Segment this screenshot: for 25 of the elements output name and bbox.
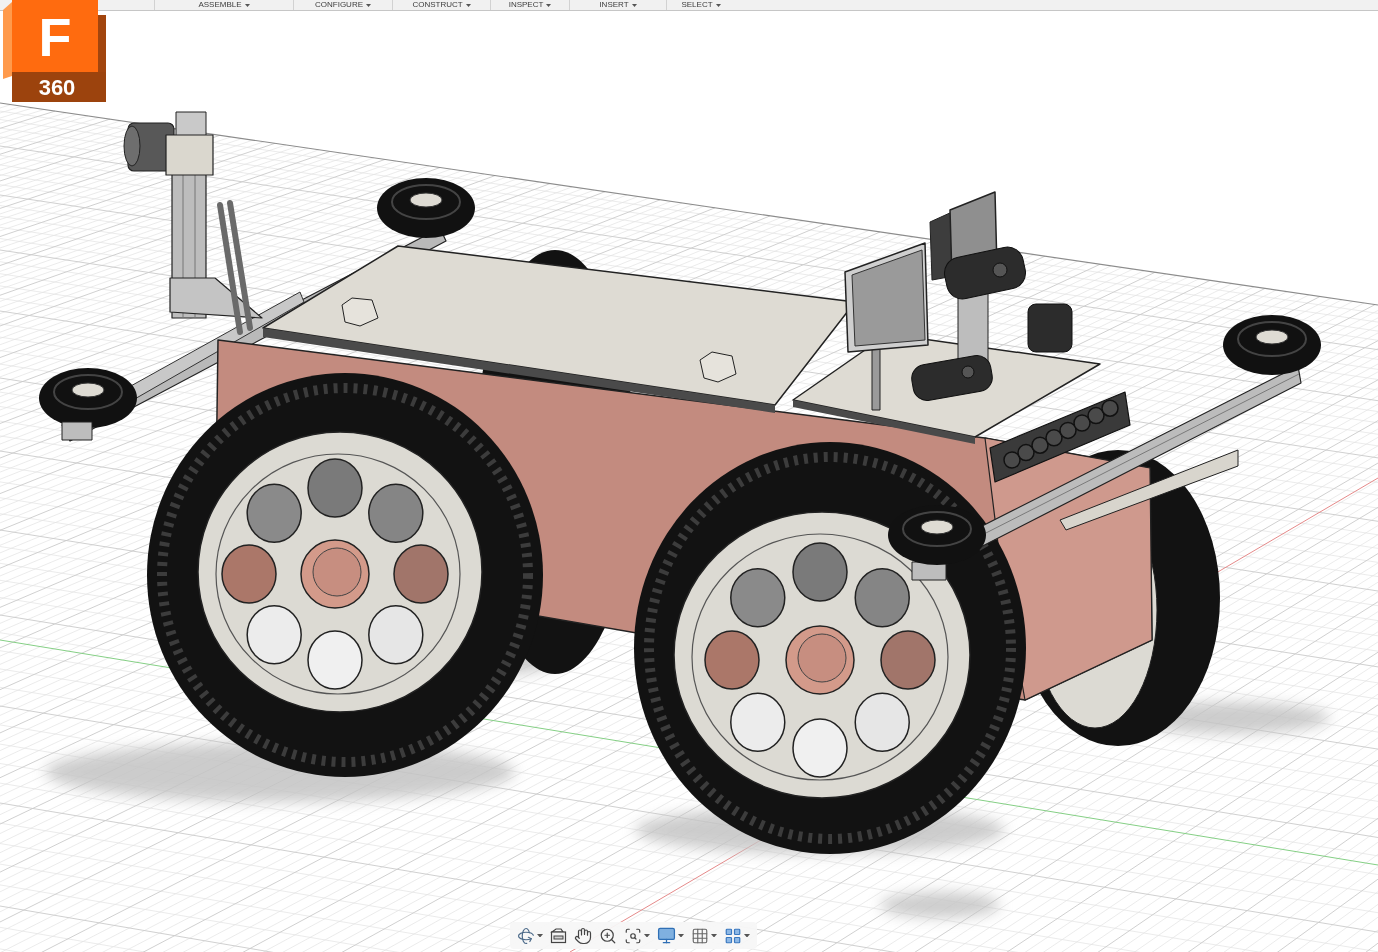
toolbar-menu[interactable]: CONSTRUCT	[412, 0, 471, 10]
caret-icon	[678, 933, 684, 938]
zoom-window-icon	[624, 926, 642, 945]
caret-icon	[744, 933, 750, 938]
hand-icon	[574, 926, 592, 945]
caret-icon	[537, 933, 543, 938]
look-at-button[interactable]	[548, 926, 569, 945]
logo-letter: F	[38, 10, 72, 64]
toolbar-menu[interactable]: CONFIGURE	[315, 0, 371, 10]
toolbar-menu[interactable]: INSPECT	[508, 0, 552, 10]
toolbar-menu[interactable]: ASSEMBLE	[198, 0, 250, 10]
toolbar-menu[interactable]: SELECT	[681, 0, 721, 10]
caret-icon	[644, 933, 650, 938]
layout-icon	[724, 926, 742, 945]
orbit-button[interactable]	[515, 925, 545, 946]
logo-version: 360	[38, 75, 76, 100]
grid-icon	[691, 926, 709, 945]
monitor-icon	[657, 926, 676, 945]
display-settings-button[interactable]	[655, 925, 686, 946]
orbit-icon	[517, 926, 535, 945]
box-icon	[550, 927, 567, 944]
pan-button[interactable]	[572, 925, 594, 946]
caret-icon	[711, 933, 717, 938]
zoom-in-icon	[599, 926, 617, 945]
toolbar-menu[interactable]: INSERT	[599, 0, 637, 10]
